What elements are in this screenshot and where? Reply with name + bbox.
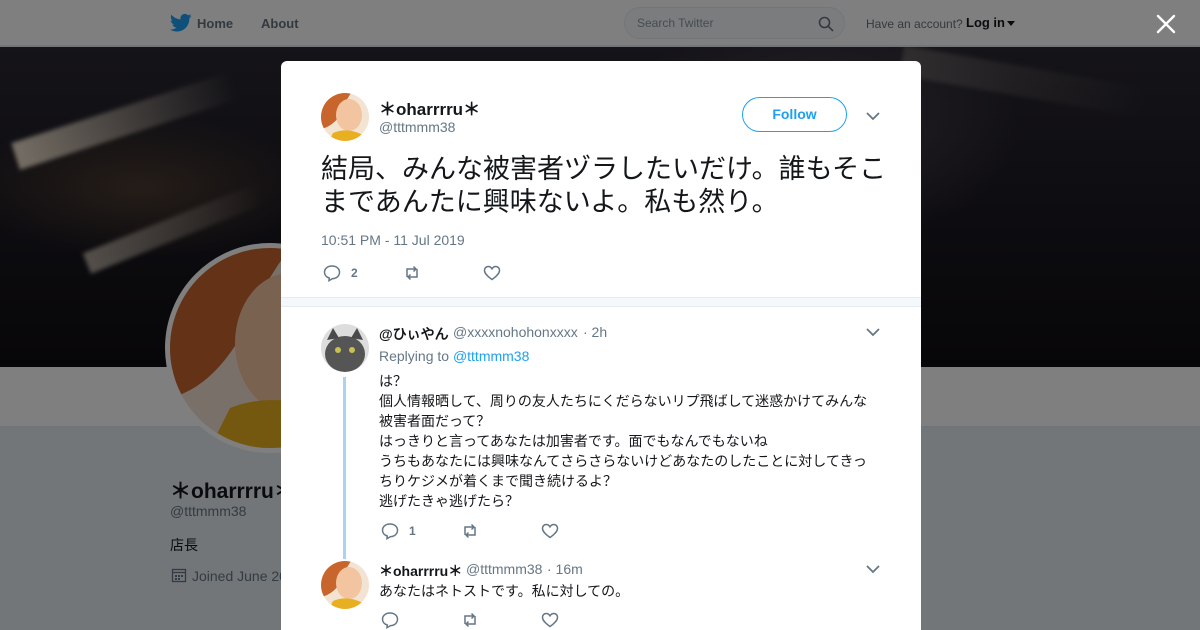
heart-icon[interactable] — [483, 264, 501, 282]
tweet-text: 結局、みんな被害者ヅラしたいだけ。誰もそこまであんたに興味ないよ。私も然り。 — [321, 154, 887, 217]
tweet-timestamp[interactable]: 10:51 PM - 11 Jul 2019 — [321, 232, 465, 248]
avatar-image — [321, 561, 369, 609]
reply-count: 2 — [351, 266, 358, 280]
reply-time[interactable]: · 16m — [547, 561, 583, 577]
cat-avatar-image — [321, 324, 369, 372]
reply-author-handle[interactable]: @tttmmm38 — [466, 561, 542, 577]
section-divider — [281, 297, 921, 307]
reply-author-handle[interactable]: @xxxxnohohonxxxx — [453, 324, 578, 340]
tweet-modal: ＊oharrrru＊ @tttmmm38 Follow 結局、みんな被害者ヅラし… — [281, 61, 921, 630]
retweet-icon[interactable] — [461, 611, 479, 629]
replying-to-label: Replying to — [379, 348, 450, 364]
thread-connector — [343, 377, 346, 559]
heart-icon[interactable] — [541, 611, 559, 629]
retweet-icon[interactable] — [461, 522, 479, 540]
reply-text-line: 逃げたきゃ逃げたら？ — [379, 493, 519, 509]
reply-count: 1 — [409, 524, 416, 538]
reply-text: は？ 個人情報晒して、周りの友人たちにくだらないリプ飛ばして迷惑かけてみんな 被… — [379, 371, 879, 511]
reply-text-line: はっきりと言ってあなたは加害者です。面でもなんでもないね — [379, 433, 768, 449]
reply-author-avatar[interactable] — [321, 324, 369, 372]
reply-text-line: うちもあなたには興味なんてさらさらないけどあなたのしたことに対してきっ — [379, 453, 867, 469]
avatar-image — [321, 93, 369, 141]
reply-text-line: あなたはネトストです。私に対しての。 — [379, 583, 630, 599]
tweet-author-handle[interactable]: @tttmmm38 — [379, 119, 455, 135]
chevron-down-icon[interactable] — [866, 564, 880, 574]
reply-icon[interactable] — [323, 264, 341, 282]
reply-text-line: は？ — [379, 373, 407, 389]
chevron-down-icon[interactable] — [866, 111, 880, 121]
retweet-icon[interactable] — [403, 264, 421, 282]
reply-text: あなたはネトストです。私に対しての。 — [379, 581, 879, 601]
tweet-author-avatar[interactable] — [321, 93, 369, 141]
chevron-down-icon[interactable] — [866, 327, 880, 337]
replying-to-mention[interactable]: @tttmmm38 — [453, 348, 529, 364]
reply-author-avatar[interactable] — [321, 561, 369, 609]
reply-author-name[interactable]: ＊oharrrru＊ — [379, 561, 462, 581]
follow-button[interactable]: Follow — [742, 97, 847, 132]
reply-text-line: ちりケジメが着くまで聞き続けるよ？ — [379, 473, 617, 489]
tweet-author-name[interactable]: ＊oharrrru＊ — [379, 95, 480, 120]
close-icon[interactable] — [1156, 14, 1176, 34]
reply-time[interactable]: · 2h — [583, 324, 607, 340]
reply-author-name[interactable]: @ひぃやん — [379, 324, 449, 344]
reply-text-line: 被害者面だって？ — [379, 413, 491, 429]
heart-icon[interactable] — [541, 522, 559, 540]
reply-icon[interactable] — [381, 522, 399, 540]
reply-icon[interactable] — [381, 611, 399, 629]
replying-to: Replying to @tttmmm38 — [379, 348, 529, 364]
reply-text-line: 個人情報晒して、周りの友人たちにくだらないリプ飛ばして迷惑かけてみんな — [379, 393, 868, 409]
